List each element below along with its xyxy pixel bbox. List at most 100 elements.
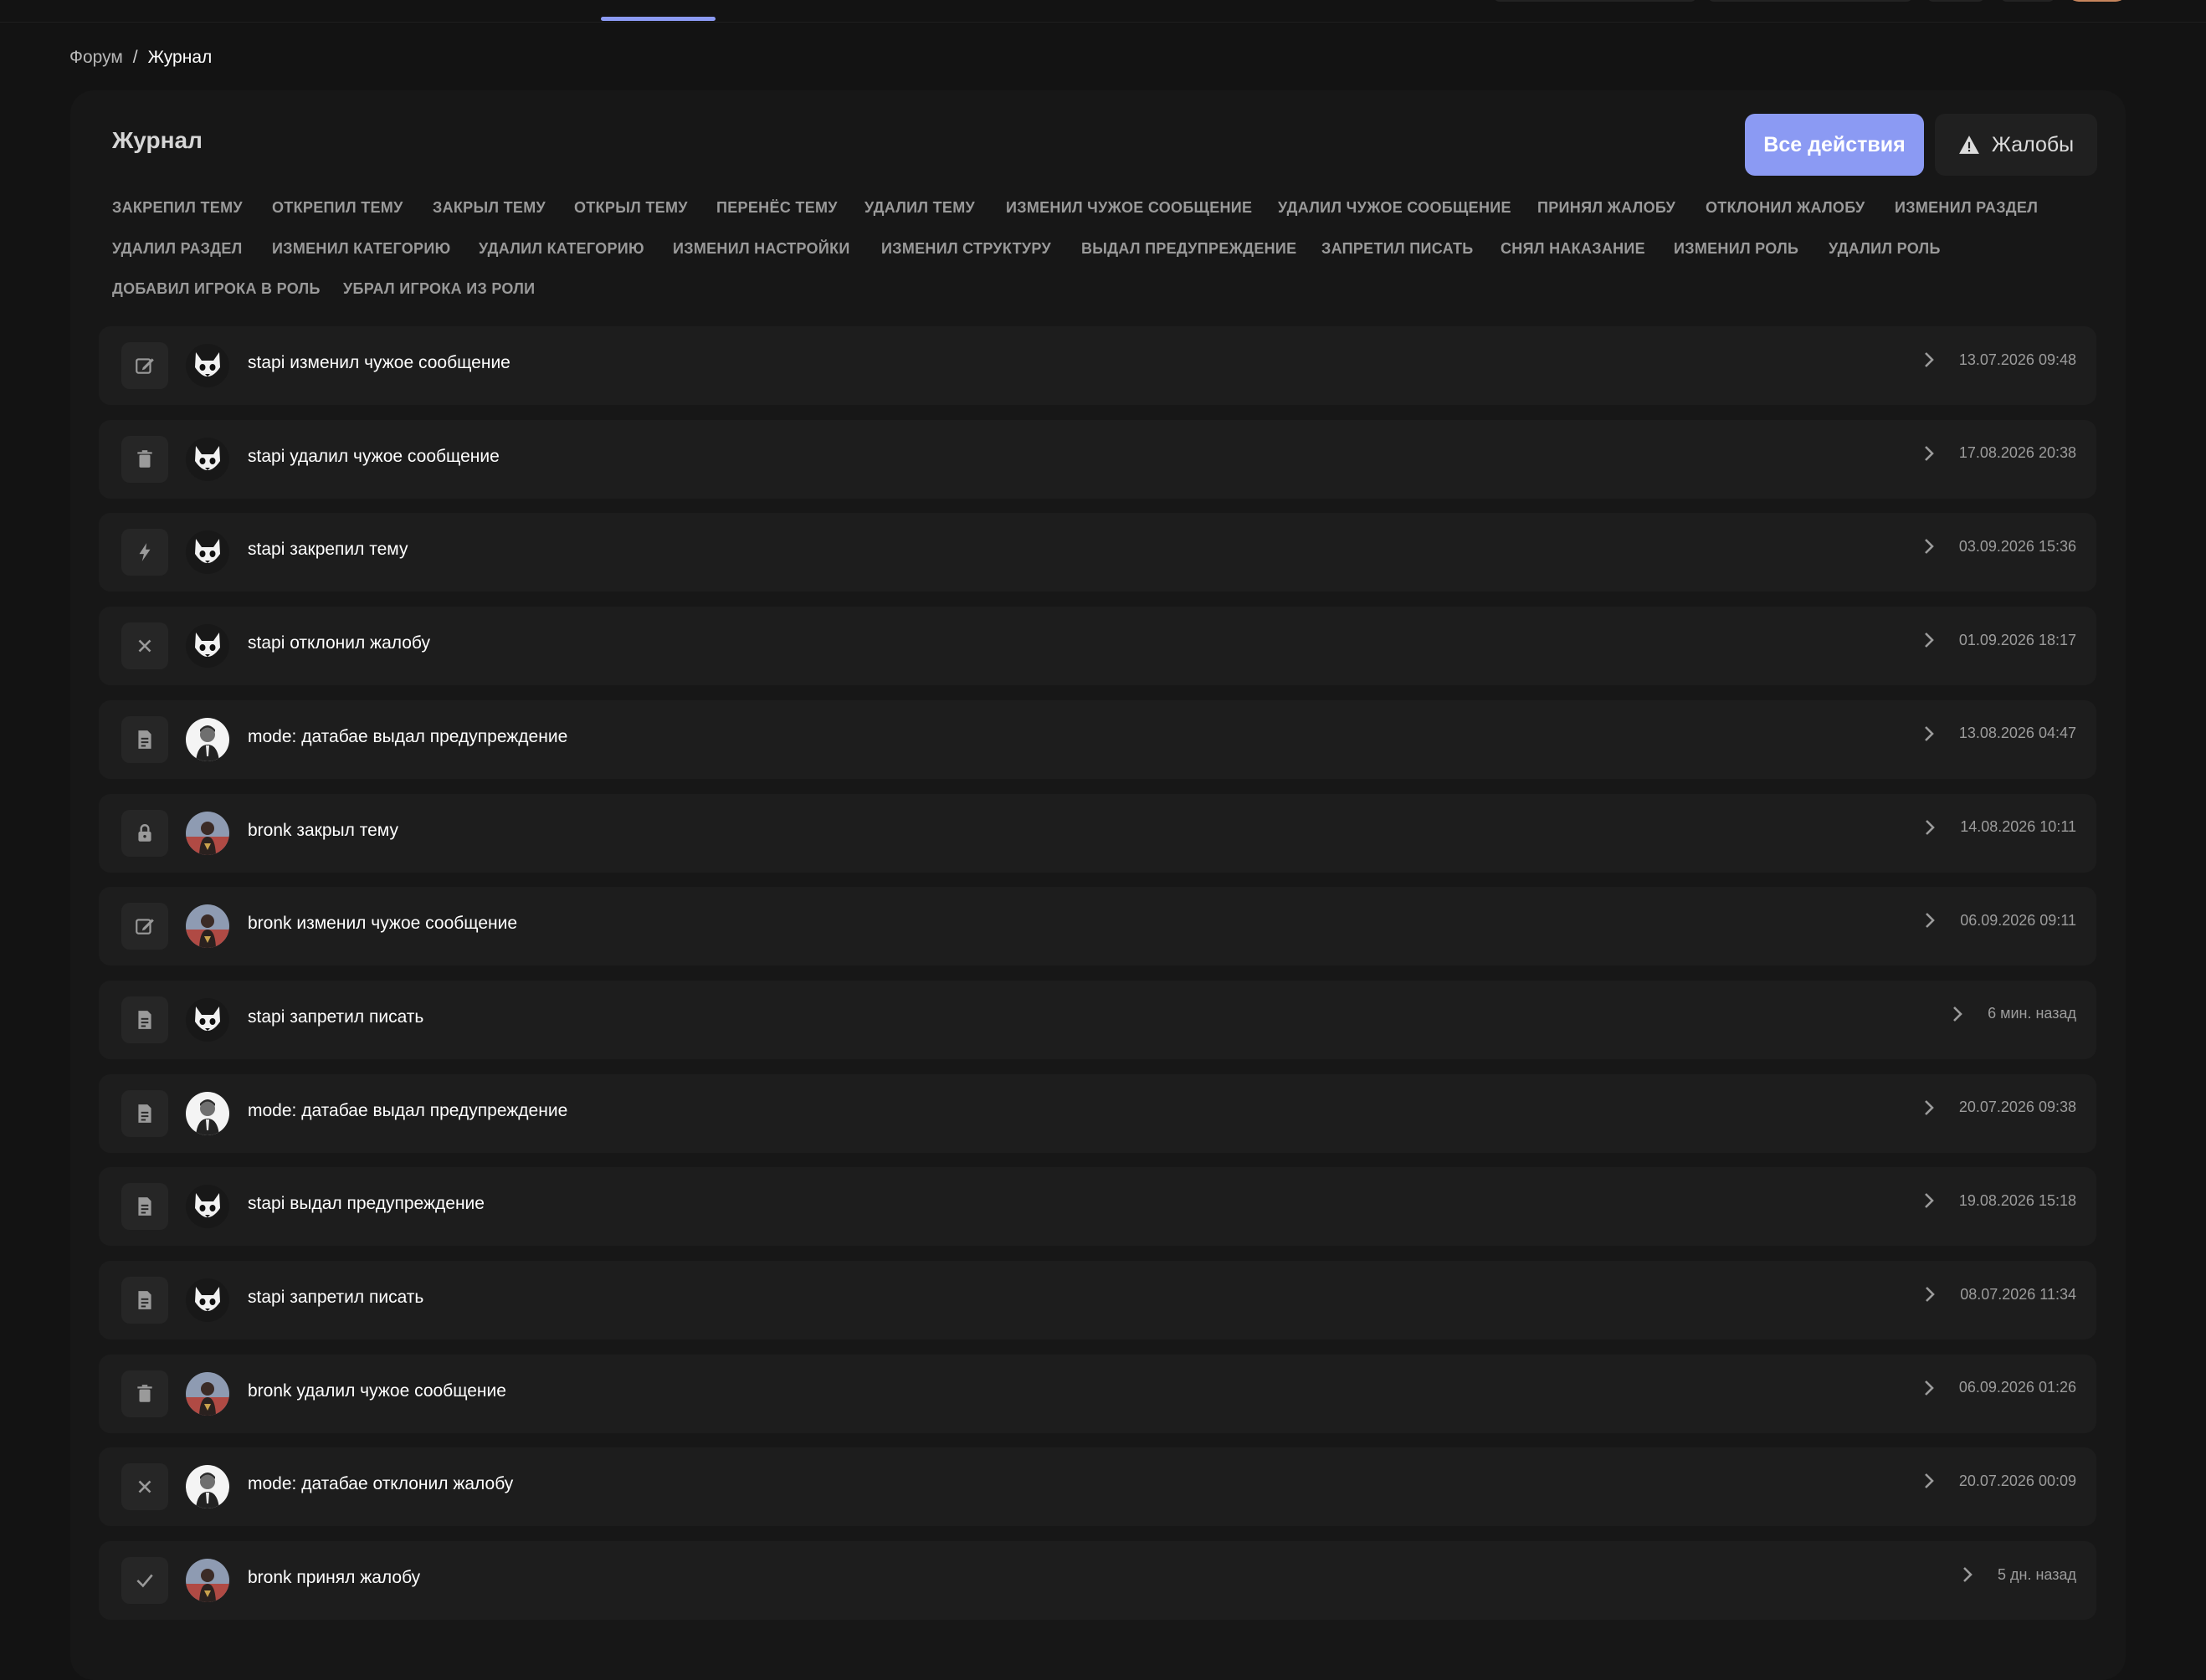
filter-chip[interactable]: ОТКЛОНИЛ ЖАЛОБУ (1706, 199, 1865, 217)
expand-entry-button[interactable] (1921, 817, 1938, 837)
filter-chip[interactable]: ИЗМЕНИЛ РОЛЬ (1674, 240, 1798, 258)
log-entry-row[interactable]: bronk закрыл тему 14.08.2026 10:11 (99, 793, 2096, 873)
filter-chip[interactable]: ПРИНЯЛ ЖАЛОБУ (1537, 199, 1675, 217)
chevron-right-icon (1924, 633, 1934, 648)
log-entry-text: stapi отклонил жалобу (248, 633, 430, 653)
log-entry-row[interactable]: bronk удалил чужое сообщение 06.09.2026 0… (99, 1354, 2096, 1433)
filter-chip[interactable]: ДОБАВИЛ ИГРОКА В РОЛЬ (112, 280, 321, 298)
filter-chip[interactable]: УДАЛИЛ РАЗДЕЛ (112, 240, 243, 258)
log-entry-row[interactable]: bronk принял жалобу 5 дн. назад (99, 1541, 2096, 1621)
filter-chip[interactable]: ОТКРЫЛ ТЕМУ (574, 199, 688, 217)
avatar[interactable] (186, 997, 229, 1042)
top-control[interactable] (1493, 0, 1697, 2)
trash-icon (121, 1370, 168, 1417)
expand-entry-button[interactable] (1949, 1004, 1966, 1024)
log-entry-text: bronk принял жалобу (248, 1568, 421, 1588)
log-entry-text: bronk изменил чужое сообщение (248, 914, 518, 934)
complaints-button[interactable]: Жалобы (1935, 114, 2097, 176)
log-entry-row[interactable]: stapi удалил чужое сообщение 17.08.2026 2… (99, 419, 2096, 499)
filter-chip[interactable]: УБРАЛ ИГРОКА ИЗ РОЛИ (343, 280, 535, 298)
expand-entry-button[interactable] (1921, 443, 1937, 464)
filter-chip[interactable]: ЗАПРЕТИЛ ПИСАТЬ (1321, 240, 1474, 258)
filter-chip[interactable]: ИЗМЕНИЛ ЧУЖОЕ СООБЩЕНИЕ (1006, 199, 1252, 217)
chevron-right-icon (1924, 352, 1934, 367)
chevron-right-icon (1924, 725, 1934, 741)
page-title: Журнал (112, 127, 203, 153)
breadcrumb-current: Журнал (147, 48, 213, 67)
chevron-right-icon (1926, 913, 1936, 929)
avatar[interactable] (186, 344, 229, 387)
filter-chip[interactable]: ИЗМЕНИЛ СТРУКТУРУ (881, 240, 1051, 258)
avatar[interactable] (186, 437, 229, 481)
expand-entry-button[interactable] (1959, 1565, 1976, 1585)
filter-chip[interactable]: ЗАКРЕПИЛ ТЕМУ (112, 199, 243, 217)
document-icon (121, 996, 168, 1043)
avatar[interactable] (186, 1185, 229, 1229)
log-entry-meta: 17.08.2026 20:38 (1921, 443, 2076, 464)
warning-icon (1958, 136, 1979, 154)
chevron-right-icon (1924, 1099, 1934, 1115)
log-entry-row[interactable]: mode: датабае выдал предупреждение 20.07.… (99, 1073, 2096, 1153)
filter-chip[interactable]: УДАЛИЛ ТЕМУ (864, 199, 975, 217)
avatar[interactable] (186, 530, 229, 575)
avatar[interactable] (186, 1465, 229, 1509)
log-entry-row[interactable]: mode: датабае выдал предупреждение 13.08.… (99, 699, 2096, 779)
log-entry-time: 13.08.2026 04:47 (1958, 725, 2076, 742)
log-entry-row[interactable]: bronk изменил чужое сообщение 06.09.2026 … (99, 887, 2096, 966)
document-icon (121, 1277, 168, 1324)
avatar[interactable] (186, 624, 229, 668)
trash-icon (121, 435, 168, 483)
top-control[interactable] (1707, 0, 1913, 2)
expand-entry-button[interactable] (1921, 1191, 1937, 1211)
filter-chip[interactable]: СНЯЛ НАКАЗАНИЕ (1501, 240, 1645, 258)
document-icon (121, 1183, 168, 1231)
filter-chip[interactable]: УДАЛИЛ ЧУЖОЕ СООБЩЕНИЕ (1278, 199, 1511, 217)
top-control[interactable] (2000, 0, 2055, 2)
avatar[interactable] (186, 1091, 229, 1135)
log-entry-text: stapi запретил писать (248, 1006, 424, 1027)
avatar[interactable] (186, 904, 229, 949)
log-entry-row[interactable]: stapi закрепил тему 03.09.2026 15:36 (99, 513, 2096, 592)
log-entry-row[interactable]: stapi отклонил жалобу 01.09.2026 18:17 (99, 607, 2096, 686)
avatar[interactable] (186, 1559, 229, 1603)
avatar[interactable] (186, 717, 229, 761)
log-entry-text: mode: датабае выдал предупреждение (248, 1100, 568, 1120)
active-tab-indicator (601, 17, 716, 21)
log-entry-row[interactable]: mode: датабае отклонил жалобу 20.07.2026 … (99, 1447, 2096, 1527)
filter-chip[interactable]: ПЕРЕНЁС ТЕМУ (716, 199, 838, 217)
filter-chip[interactable]: УДАЛИЛ КАТЕГОРИЮ (479, 240, 644, 258)
filter-chip[interactable]: ИЗМЕНИЛ РАЗДЕЛ (1895, 199, 2038, 217)
log-entry-row[interactable]: stapi изменил чужое сообщение 13.07.2026 … (99, 326, 2096, 405)
expand-entry-button[interactable] (1921, 724, 1937, 744)
expand-entry-button[interactable] (1921, 1098, 1937, 1118)
log-entry-row[interactable]: stapi выдал предупреждение 19.08.2026 15:… (99, 1167, 2096, 1247)
filter-chip[interactable]: ИЗМЕНИЛ КАТЕГОРИЮ (272, 240, 450, 258)
filter-chip[interactable]: ИЗМЕНИЛ НАСТРОЙКИ (673, 240, 850, 258)
all-actions-button[interactable]: Все действия (1745, 114, 1924, 176)
log-entry-time: 06.09.2026 01:26 (1958, 1379, 2076, 1396)
expand-entry-button[interactable] (1921, 536, 1937, 556)
filter-chip[interactable]: УДАЛИЛ РОЛЬ (1829, 240, 1941, 258)
breadcrumb-link-forum[interactable]: Форум (69, 48, 123, 67)
bolt-icon (121, 529, 168, 576)
log-entry-meta: 19.08.2026 15:18 (1921, 1191, 2076, 1211)
log-entry-time: 19.08.2026 15:18 (1958, 1191, 2076, 1209)
filter-chip[interactable]: ЗАКРЫЛ ТЕМУ (433, 199, 546, 217)
user-avatar[interactable] (2067, 0, 2127, 2)
filter-chip[interactable]: ВЫДАЛ ПРЕДУПРЕЖДЕНИЕ (1081, 240, 1296, 258)
top-control[interactable] (1926, 0, 1985, 2)
avatar[interactable] (186, 1371, 229, 1416)
log-entry-row[interactable]: stapi запретил писать 6 мин. назад (99, 980, 2096, 1059)
expand-entry-button[interactable] (1921, 1378, 1937, 1398)
close-icon (121, 622, 168, 670)
filter-chip[interactable]: ОТКРЕПИЛ ТЕМУ (272, 199, 403, 217)
log-entry-row[interactable]: stapi запретил писать 08.07.2026 11:34 (99, 1261, 2096, 1339)
expand-entry-button[interactable] (1921, 630, 1937, 650)
expand-entry-button[interactable] (1921, 1284, 1938, 1304)
chevron-right-icon (1924, 445, 1934, 461)
expand-entry-button[interactable] (1921, 350, 1937, 370)
expand-entry-button[interactable] (1921, 1471, 1937, 1491)
avatar[interactable] (186, 811, 229, 855)
expand-entry-button[interactable] (1921, 910, 1938, 930)
avatar[interactable] (186, 1278, 229, 1322)
